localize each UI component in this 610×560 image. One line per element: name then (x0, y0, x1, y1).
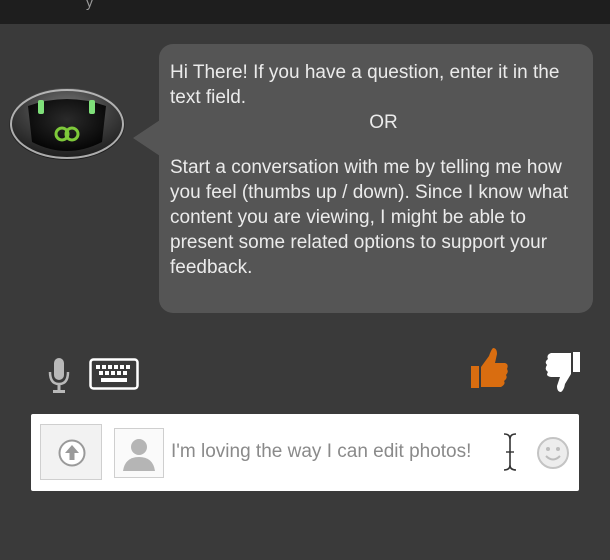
microphone-icon[interactable] (46, 356, 72, 394)
top-bar-text: y (86, 0, 93, 10)
upload-button[interactable] (40, 424, 102, 480)
message-composer (31, 414, 579, 491)
user-silhouette-icon (123, 439, 155, 471)
bot-message-bubble: Hi There! If you have a question, enter … (133, 44, 593, 313)
top-bar: y (0, 0, 610, 24)
bot-message-body: Start a conversation with me by telling … (170, 157, 569, 278)
bot-message-or: OR (369, 112, 398, 133)
keyboard-icon[interactable] (89, 358, 139, 390)
upload-arrow-icon (58, 439, 86, 467)
bot-avatar (8, 86, 126, 162)
text-cursor-icon (500, 432, 520, 472)
message-input[interactable] (171, 436, 511, 468)
bubble-tail (133, 120, 160, 156)
user-avatar (114, 428, 164, 478)
bot-message-intro: Hi There! If you have a question, enter … (170, 62, 560, 108)
smiley-icon[interactable] (536, 436, 570, 470)
thumbs-up-icon[interactable] (469, 346, 509, 390)
thumbs-down-icon[interactable] (543, 350, 581, 394)
